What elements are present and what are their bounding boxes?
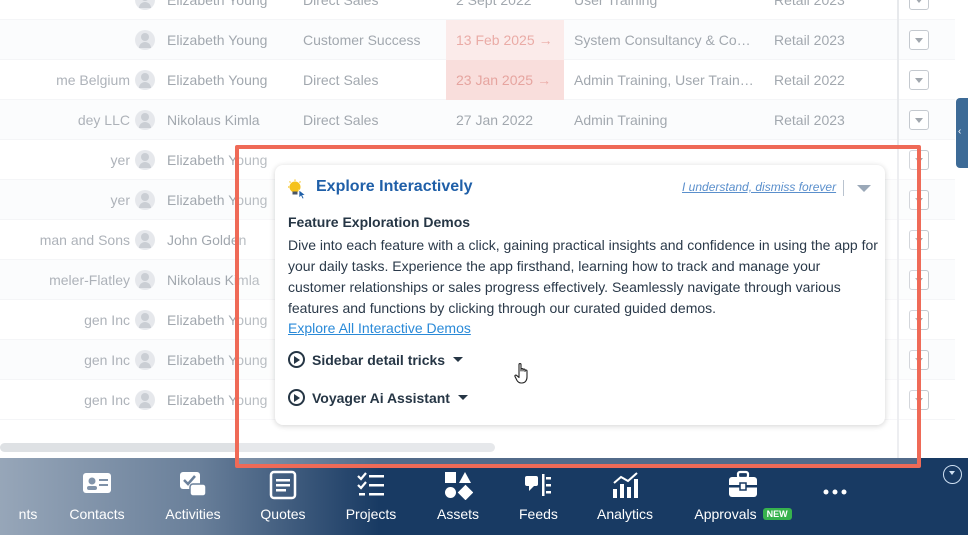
cell-company: gen Inc xyxy=(84,312,130,328)
cell-company xyxy=(0,0,130,20)
row-expand-button[interactable] xyxy=(909,70,929,90)
cell-owner: Elizabeth Young xyxy=(167,32,268,48)
cell-interest: Admin Training, User Traini... xyxy=(574,72,754,88)
side-panel-toggle[interactable]: ‹ xyxy=(956,98,968,168)
cell-date: 23 Jan 2025 → xyxy=(446,60,564,100)
cell-source: Direct Sales xyxy=(303,112,379,128)
date-text: 27 Jan 2022 xyxy=(456,112,534,128)
cell-date: 27 Jan 2022 xyxy=(446,100,564,140)
table-row[interactable]: Elizabeth Young Direct Sales 2 Sept 2022 Us… xyxy=(0,0,955,20)
nav-collapse-icon[interactable] xyxy=(943,465,962,484)
section-title: Feature Exploration Demos xyxy=(288,214,471,230)
cell-tag: Retail 2023 xyxy=(774,32,845,48)
trick-label: Sidebar detail tricks xyxy=(312,352,446,368)
cell-owner: Elizabeth Young xyxy=(167,0,268,8)
avatar xyxy=(135,30,155,50)
cell-tag: Retail 2023 xyxy=(774,0,845,8)
row-expand-button[interactable] xyxy=(909,0,929,10)
cell-company: gen Inc xyxy=(84,392,130,408)
avatar xyxy=(135,110,155,130)
avatar xyxy=(135,310,155,330)
date-text: 2 Sept 2022 xyxy=(456,0,532,8)
trick-sidebar-detail[interactable]: Sidebar detail tricks xyxy=(288,351,464,368)
section-description: Dive into each feature with a click, gai… xyxy=(288,237,878,316)
bottom-navigation: ntsContactsActivitiesQuotesProjectsAsset… xyxy=(0,458,968,535)
cell-tag: Retail 2023 xyxy=(774,112,845,128)
cell-company: yer xyxy=(110,192,130,208)
table-row[interactable]: me Belgium Elizabeth Young Direct Sales 23 … xyxy=(0,60,955,100)
cell-interest: User Training xyxy=(574,0,658,8)
cell-owner: Elizabeth Young xyxy=(167,72,268,88)
cell-tag: Retail 2022 xyxy=(774,72,845,88)
cell-company: yer xyxy=(110,152,130,168)
cell-date: 2 Sept 2022 xyxy=(446,0,564,20)
trick-label: Voyager Ai Assistant xyxy=(312,390,450,406)
cell-source: Direct Sales xyxy=(303,0,379,8)
arrow-right-icon: → xyxy=(537,72,552,88)
cell-interest: System Consultancy & Con... xyxy=(574,32,754,48)
cell-company: dey LLC xyxy=(77,112,130,128)
cell-source: Direct Sales xyxy=(303,72,379,88)
chevron-down-icon[interactable] xyxy=(857,185,871,192)
avatar xyxy=(135,0,155,10)
arrow-right-icon: → xyxy=(538,32,553,48)
table-row[interactable]: dey LLC Nikolaus Kimla Direct Sales 27 Jan … xyxy=(0,100,955,140)
play-circle-icon xyxy=(288,351,305,368)
cell-company: gen Inc xyxy=(84,352,130,368)
cell-source: Customer Success xyxy=(303,32,421,48)
row-expand-button[interactable] xyxy=(909,30,929,50)
cell-company: me Belgium xyxy=(56,72,130,88)
card-header-separator xyxy=(843,180,844,196)
avatar xyxy=(135,190,155,210)
cell-company: meler-Flatley xyxy=(49,272,130,288)
explore-demos-link[interactable]: Explore All Interactive Demos xyxy=(288,320,471,336)
nav-fade xyxy=(0,458,968,535)
table-row[interactable]: Elizabeth Young Customer Success 13 Feb 20… xyxy=(0,20,955,60)
trick-voyager-ai[interactable]: Voyager Ai Assistant xyxy=(288,389,468,406)
avatar xyxy=(135,390,155,410)
dismiss-forever-link[interactable]: I understand, dismiss forever xyxy=(682,180,836,194)
hand-pointer-icon xyxy=(514,363,528,384)
play-circle-icon xyxy=(288,389,305,406)
chevron-left-icon: ‹ xyxy=(958,126,962,137)
avatar xyxy=(135,230,155,250)
date-text: 23 Jan 2025 xyxy=(456,72,534,88)
cell-company xyxy=(0,20,130,60)
avatar xyxy=(135,270,155,290)
guide-card: Explore Interactively I understand, dism… xyxy=(275,165,885,425)
cell-owner: Nikolaus Kimla xyxy=(167,112,260,128)
avatar xyxy=(135,150,155,170)
cell-date: 13 Feb 2025 → xyxy=(446,20,564,60)
card-title: Explore Interactively xyxy=(316,178,473,195)
caret-down-icon xyxy=(457,395,468,400)
row-expand-button[interactable] xyxy=(909,110,929,130)
avatar xyxy=(135,70,155,90)
date-text: 13 Feb 2025 xyxy=(456,32,535,48)
cell-company: man and Sons xyxy=(39,232,130,248)
cell-interest: Admin Training xyxy=(574,112,668,128)
lightbulb-icon xyxy=(288,179,307,199)
avatar xyxy=(135,350,155,370)
caret-down-icon xyxy=(453,357,464,362)
